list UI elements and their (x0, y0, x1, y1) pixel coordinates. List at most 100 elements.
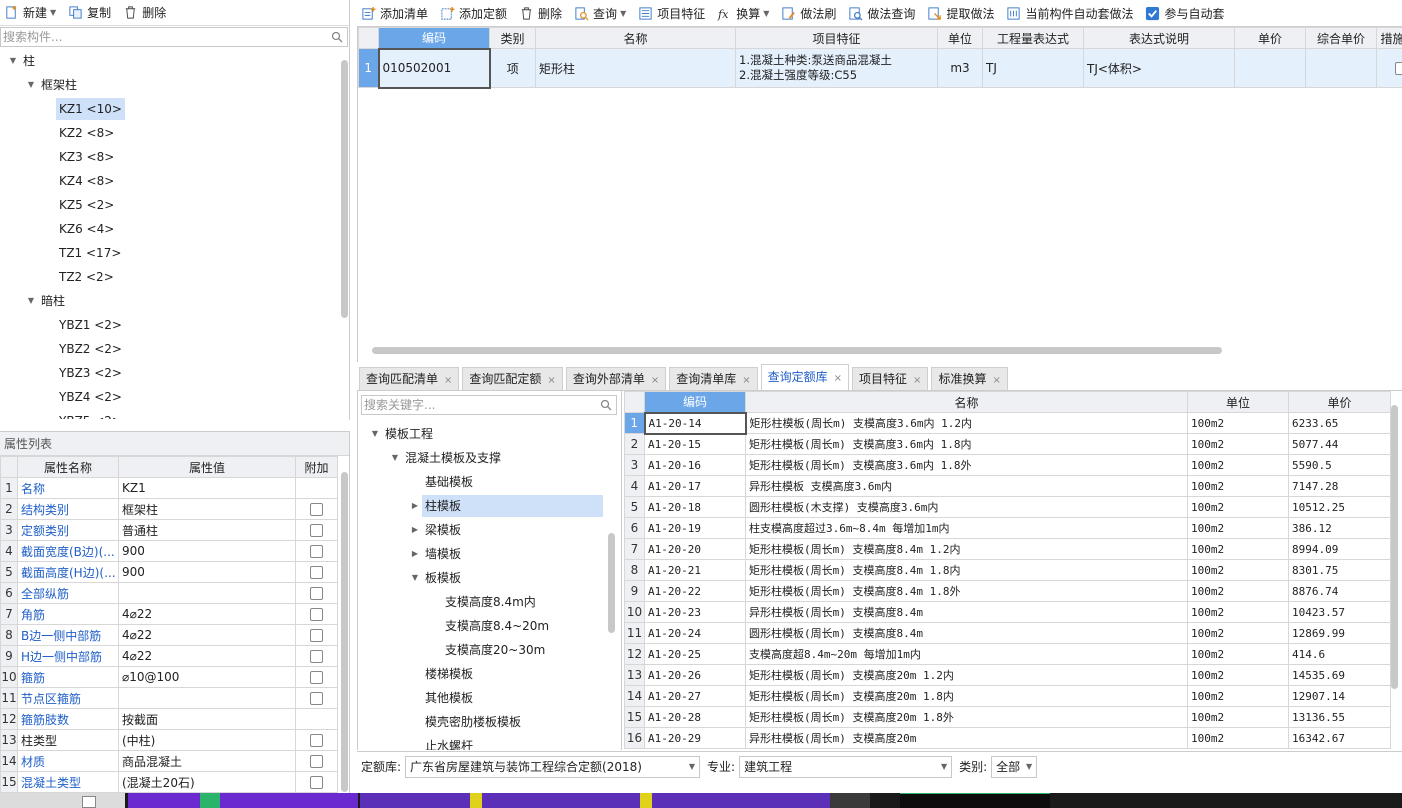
query-tab[interactable]: 查询清单库 × (669, 367, 758, 390)
property-value-cell[interactable]: 4⌀22 (118, 624, 296, 646)
item-feature-button[interactable]: 项目特征 (638, 5, 705, 22)
component-tree-item[interactable]: YBZ2 <2> (56, 338, 125, 360)
property-row[interactable]: 6 全部纵筋 (0, 582, 338, 604)
query-button[interactable]: 查询 ▼ (574, 5, 626, 22)
tree-expand-icon[interactable]: ▼ (8, 50, 18, 72)
quota-row[interactable]: 9 A1-20-22 矩形柱模板(周长m) 支模高度8.4m 1.8外 100m2 88… (624, 580, 1391, 602)
major-select[interactable]: 建筑工程 ▼ (739, 755, 953, 778)
quota-row[interactable]: 4 A1-20-17 异形柱模板 支模高度3.6m内 100m2 7147.28 (624, 475, 1391, 497)
quota-unit-cell[interactable]: 100m2 (1187, 538, 1289, 560)
property-value-cell[interactable]: 4⌀22 (118, 603, 296, 625)
component-tree-item[interactable]: YBZ5 <2> (56, 410, 125, 419)
quota-name-cell[interactable]: 矩形柱模板(周长m) 支模高度20m 1.8外 (745, 706, 1188, 728)
method-query-button[interactable]: 做法查询 (848, 5, 915, 22)
quota-name-cell[interactable]: 矩形柱模板(周长m) 支模高度8.4m 1.8内 (745, 559, 1188, 581)
quota-tree-item[interactable]: 模壳密肋楼板模板 (422, 711, 524, 733)
quota-code-cell[interactable]: A1-20-15 (644, 433, 746, 455)
extra-checkbox[interactable] (310, 755, 323, 768)
quota-code-cell[interactable]: A1-20-22 (644, 580, 746, 602)
quota-unit-cell[interactable]: 100m2 (1187, 643, 1289, 665)
copy-button[interactable]: 复制 (68, 4, 111, 21)
quota-tree-item[interactable]: 柱模板 (422, 495, 603, 517)
quota-table-scrollbar[interactable] (1391, 405, 1398, 689)
property-row[interactable]: 15 混凝土类型 (混凝土20石) (0, 771, 338, 793)
quota-row[interactable]: 1 A1-20-14 矩形柱模板(周长m) 支模高度3.6m内 1.2内 100m2 6… (624, 411, 1391, 435)
close-icon[interactable]: × (547, 375, 555, 386)
quota-row[interactable]: 11 A1-20-24 圆形柱模板(周长m) 支模高度8.4m 100m2 12869.… (624, 622, 1391, 644)
property-value-cell[interactable]: (混凝土20石) (118, 771, 296, 793)
quota-price-cell[interactable]: 5077.44 (1288, 433, 1391, 455)
component-tree-item[interactable]: 柱 (20, 50, 38, 72)
property-scrollbar[interactable] (341, 472, 348, 792)
close-icon[interactable]: × (651, 375, 659, 386)
quota-name-cell[interactable]: 矩形柱模板(周长m) 支模高度8.4m 1.8外 (745, 580, 1188, 602)
component-search-input[interactable] (1, 30, 331, 44)
quota-unit-cell[interactable]: 100m2 (1187, 685, 1289, 707)
extra-checkbox[interactable] (310, 524, 323, 537)
quota-unit-cell[interactable]: 100m2 (1187, 706, 1289, 728)
extract-method-button[interactable]: 提取做法 (927, 5, 994, 22)
bill-table-hscrollbar[interactable] (372, 347, 1222, 354)
tree-expand-icon[interactable]: ▶ (410, 519, 420, 541)
quota-name-cell[interactable]: 矩形柱模板(周长m) 支模高度3.6m内 1.8外 (745, 454, 1188, 476)
component-tree-item[interactable]: KZ4 <8> (56, 170, 117, 192)
quota-name-cell[interactable]: 圆形柱模板(周长m) 支模高度8.4m (745, 622, 1188, 644)
close-icon[interactable]: × (834, 373, 842, 384)
quota-price-cell[interactable]: 6233.65 (1288, 412, 1391, 434)
quota-tree-item[interactable]: 墙模板 (422, 543, 464, 565)
quota-price-cell[interactable]: 8876.74 (1288, 580, 1391, 602)
quota-code-cell[interactable]: A1-20-23 (644, 601, 746, 623)
search-icon[interactable] (331, 31, 343, 43)
property-value-cell[interactable] (118, 687, 296, 709)
property-row[interactable]: 10 箍筋 ⌀10@100 (0, 666, 338, 688)
quota-name-cell[interactable]: 矩形柱模板(周长m) 支模高度3.6m内 1.8内 (745, 433, 1188, 455)
quota-price-cell[interactable]: 5590.5 (1288, 454, 1391, 476)
quota-name-cell[interactable]: 矩形柱模板(周长m) 支模高度20m 1.2内 (745, 664, 1188, 686)
component-tree-item[interactable]: KZ6 <4> (56, 218, 117, 240)
quota-row[interactable]: 2 A1-20-15 矩形柱模板(周长m) 支模高度3.6m内 1.8内 100m2 5… (624, 433, 1391, 455)
property-row[interactable]: 9 H边一侧中部筋 4⌀22 (0, 645, 338, 667)
quota-lib-select[interactable]: 广东省房屋建筑与装饰工程综合定额(2018) ▼ (405, 755, 701, 778)
bill-name-cell[interactable]: 矩形柱 (535, 48, 736, 88)
quota-row[interactable]: 10 A1-20-23 异形柱模板(周长m) 支模高度8.4m 100m2 10423.… (624, 601, 1391, 623)
bill-measure-cell[interactable] (1376, 48, 1402, 88)
extra-checkbox[interactable] (310, 503, 323, 516)
quota-tree-item[interactable]: 其他模板 (422, 687, 476, 709)
tree-expand-icon[interactable]: ▶ (410, 495, 420, 517)
component-tree-item[interactable]: TZ1 <17> (56, 242, 124, 264)
tree-expand-icon[interactable]: ▼ (370, 423, 380, 445)
quota-price-cell[interactable]: 10512.25 (1288, 496, 1391, 518)
bill-code-cell[interactable]: 010502001 (377, 47, 491, 89)
quota-row[interactable]: 8 A1-20-21 矩形柱模板(周长m) 支模高度8.4m 1.8内 100m2 83… (624, 559, 1391, 581)
search-icon[interactable] (600, 399, 612, 411)
bill-unit-cell[interactable]: m3 (937, 48, 983, 88)
quota-unit-cell[interactable]: 100m2 (1187, 622, 1289, 644)
quota-unit-cell[interactable]: 100m2 (1187, 433, 1289, 455)
quota-unit-cell[interactable]: 100m2 (1187, 454, 1289, 476)
quota-code-cell[interactable]: A1-20-26 (644, 664, 746, 686)
extra-checkbox[interactable] (310, 566, 323, 579)
quota-price-cell[interactable]: 8994.09 (1288, 538, 1391, 560)
extra-checkbox[interactable] (310, 650, 323, 663)
quota-code-cell[interactable]: A1-20-28 (644, 706, 746, 728)
tree-expand-icon[interactable]: ▶ (410, 543, 420, 565)
quota-name-cell[interactable]: 矩形柱模板(周长m) 支模高度8.4m 1.2内 (745, 538, 1188, 560)
property-value-cell[interactable]: 4⌀22 (118, 645, 296, 667)
property-value-cell[interactable]: 框架柱 (118, 498, 296, 520)
property-row[interactable]: 1 名称 KZ1 (0, 477, 338, 499)
quota-tree-item[interactable]: 支模高度8.4m内 (442, 591, 539, 613)
quota-tree-item[interactable]: 支模高度8.4~20m (442, 615, 552, 637)
extra-checkbox[interactable] (310, 587, 323, 600)
bill-feature-cell[interactable]: 1.混凝土种类:泵送商品混凝土 2.混凝土强度等级:C55 (735, 48, 938, 88)
delete-method-button[interactable]: 删除 (519, 5, 562, 22)
quota-code-cell[interactable]: A1-20-25 (644, 643, 746, 665)
quota-name-cell[interactable]: 柱支模高度超过3.6m~8.4m 每增加1m内 (745, 517, 1188, 539)
quota-tree-scrollbar[interactable] (608, 533, 615, 633)
quota-row[interactable]: 15 A1-20-28 矩形柱模板(周长m) 支模高度20m 1.8外 100m2 13… (624, 706, 1391, 728)
quota-tree-item[interactable]: 模板工程 (382, 423, 436, 445)
quota-code-cell[interactable]: A1-20-27 (644, 685, 746, 707)
property-value-cell[interactable]: 900 (118, 540, 296, 562)
property-value-cell[interactable]: ⌀10@100 (118, 666, 296, 688)
quota-tree-item[interactable]: 基础模板 (422, 471, 476, 493)
delete-component-button[interactable]: 删除 (123, 4, 166, 21)
